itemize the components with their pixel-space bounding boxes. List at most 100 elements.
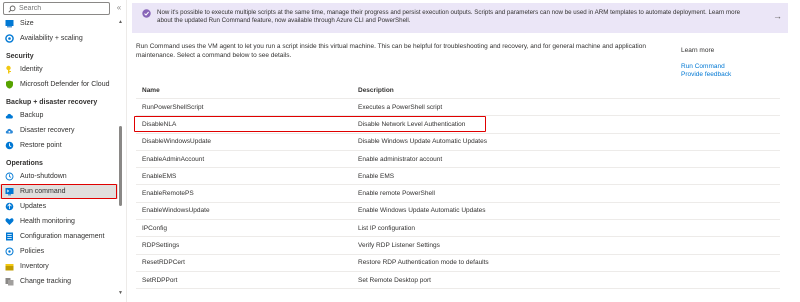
section-header-security: Security — [6, 53, 34, 60]
sidebar-item-label: Inventory — [20, 263, 49, 270]
column-header-name: Name — [142, 86, 160, 94]
table-row[interactable]: EnableEMS Enable EMS — [136, 168, 780, 186]
info-banner[interactable]: Now it's possible to execute multiple sc… — [132, 3, 788, 33]
health-icon — [5, 217, 14, 226]
banner-text: Now it's possible to execute multiple sc… — [157, 9, 741, 24]
sidebar-item-change-tracking[interactable]: Change tracking — [0, 274, 118, 289]
section-header-backup: Backup + disaster recovery — [6, 99, 98, 106]
sidebar-item-backup[interactable]: Backup — [0, 108, 118, 123]
table-row[interactable]: IPConfig List IP configuration — [136, 220, 780, 238]
sidebar-item-defender[interactable]: Microsoft Defender for Cloud — [0, 77, 118, 92]
sidebar-item-auto-shutdown[interactable]: Auto-shutdown — [0, 169, 118, 184]
table-row[interactable]: SetRDPPort Set Remote Desktop port — [136, 272, 780, 290]
command-description: Enable EMS — [358, 172, 395, 180]
sidebar-item-label: Restore point — [20, 142, 62, 149]
command-description: Set Remote Desktop port — [358, 276, 431, 284]
command-description: Enable remote PowerShell — [358, 190, 435, 198]
sidebar-item-label: Disaster recovery — [20, 127, 75, 134]
sidebar-menu: Size Availability + scaling Security Ide… — [0, 16, 118, 289]
sidebar-item-label: Size — [20, 20, 34, 27]
sidebar: « Size Availability + scaling Security I… — [0, 0, 126, 302]
table-row[interactable]: EnableWindowsUpdate Enable Windows Update… — [136, 203, 780, 221]
sidebar-item-label: Run command — [20, 188, 66, 195]
defender-icon — [5, 80, 14, 89]
sidebar-item-run-command[interactable]: Run command — [0, 184, 118, 199]
sidebar-item-label: Change tracking — [20, 278, 71, 285]
sidebar-item-size[interactable]: Size — [0, 16, 118, 31]
run-command-link[interactable]: Run Command — [681, 63, 725, 70]
learn-more-heading: Learn more — [681, 47, 715, 54]
sidebar-item-label: Configuration management — [20, 233, 105, 240]
sidebar-item-label: Updates — [20, 203, 47, 210]
sidebar-item-label: Backup — [20, 112, 44, 119]
command-name[interactable]: ResetRDPCert — [136, 259, 358, 266]
updates-icon — [5, 202, 14, 211]
table-row[interactable]: ResetRDPCert Restore RDP Authentication m… — [136, 255, 780, 272]
command-name[interactable]: EnableEMS — [136, 173, 358, 180]
inventory-icon — [5, 262, 14, 271]
column-header-description: Description — [358, 86, 394, 94]
command-description: List IP configuration — [358, 224, 415, 232]
table-row[interactable]: EnableRemotePS Enable remote PowerShell — [136, 185, 780, 203]
policies-icon — [5, 247, 14, 256]
sidebar-item-label: Auto-shutdown — [20, 173, 67, 180]
command-description: Restore RDP Authentication mode to defau… — [358, 259, 489, 267]
command-name[interactable]: DisableNLA — [136, 121, 358, 128]
backup-icon — [5, 111, 14, 120]
command-description: Disable Network Level Authentication — [358, 120, 466, 128]
clock-icon — [5, 172, 14, 181]
command-description: Enable administrator account — [358, 155, 443, 163]
command-name[interactable]: IPConfig — [136, 225, 358, 232]
command-description: Verify RDP Listener Settings — [358, 242, 440, 250]
search-input[interactable] — [16, 5, 107, 12]
table-row[interactable]: DisableWindowsUpdate Disable Windows Upda… — [136, 134, 780, 151]
scroll-up-arrow-icon[interactable]: ▲ — [118, 19, 123, 25]
command-name[interactable]: EnableRemotePS — [136, 190, 358, 197]
sidebar-item-label: Microsoft Defender for Cloud — [20, 81, 110, 88]
sidebar-item-configuration-management[interactable]: Configuration management — [0, 229, 118, 244]
sidebar-item-disaster-recovery[interactable]: Disaster recovery — [0, 123, 118, 138]
provide-feedback-link[interactable]: Provide feedback — [681, 71, 731, 78]
scroll-down-arrow-icon[interactable]: ▼ — [118, 290, 123, 296]
sidebar-item-identity[interactable]: Identity — [0, 62, 118, 77]
command-description: Enable Windows Update Automatic Updates — [358, 207, 486, 215]
restore-point-icon — [5, 141, 14, 150]
table-row[interactable]: RunPowerShellScript Executes a PowerShell… — [136, 99, 780, 117]
table-row[interactable]: EnableAdminAccount Enable administrator a… — [136, 151, 780, 169]
sidebar-item-restore-point[interactable]: Restore point — [0, 138, 118, 153]
run-command-description: Run Command uses the VM agent to let you… — [136, 43, 646, 59]
command-name[interactable]: EnableWindowsUpdate — [136, 207, 358, 214]
run-command-icon — [5, 187, 14, 196]
sidebar-item-label: Health monitoring — [20, 218, 75, 225]
commands-table: Name Description RunPowerShellScript Exec… — [136, 82, 780, 290]
sidebar-item-inventory[interactable]: Inventory — [0, 259, 118, 274]
command-description: Disable Windows Update Automatic Updates — [358, 138, 487, 146]
sidebar-item-policies[interactable]: Policies — [0, 244, 118, 259]
arrow-right-icon[interactable]: → — [773, 11, 782, 21]
rocket-icon — [142, 9, 151, 18]
command-description: Executes a PowerShell script — [358, 103, 443, 111]
size-icon — [5, 19, 14, 28]
sidebar-item-health-monitoring[interactable]: Health monitoring — [0, 214, 118, 229]
command-name[interactable]: SetRDPPort — [136, 277, 358, 284]
search-box[interactable] — [3, 2, 110, 15]
section-header-operations: Operations — [6, 160, 43, 167]
sidebar-item-label: Identity — [20, 66, 43, 73]
command-name[interactable]: RDPSettings — [136, 242, 358, 249]
table-header: Name Description — [136, 82, 780, 99]
identity-icon — [5, 65, 14, 74]
command-name[interactable]: RunPowerShellScript — [136, 104, 358, 111]
search-icon — [7, 4, 16, 13]
table-row[interactable]: DisableNLA Disable Network Level Authenti… — [136, 116, 780, 134]
disaster-recovery-icon — [5, 126, 14, 135]
sidebar-divider — [126, 0, 127, 302]
sidebar-item-updates[interactable]: Updates — [0, 199, 118, 214]
collapse-sidebar-button[interactable]: « — [115, 3, 123, 12]
sidebar-item-availability-scaling[interactable]: Availability + scaling — [0, 31, 118, 46]
availability-icon — [5, 34, 14, 43]
command-name[interactable]: DisableWindowsUpdate — [136, 138, 358, 145]
change-tracking-icon — [5, 277, 14, 286]
command-name[interactable]: EnableAdminAccount — [136, 156, 358, 163]
table-row[interactable]: RDPSettings Verify RDP Listener Settings — [136, 237, 780, 255]
sidebar-scrollbar-thumb[interactable] — [119, 126, 122, 206]
